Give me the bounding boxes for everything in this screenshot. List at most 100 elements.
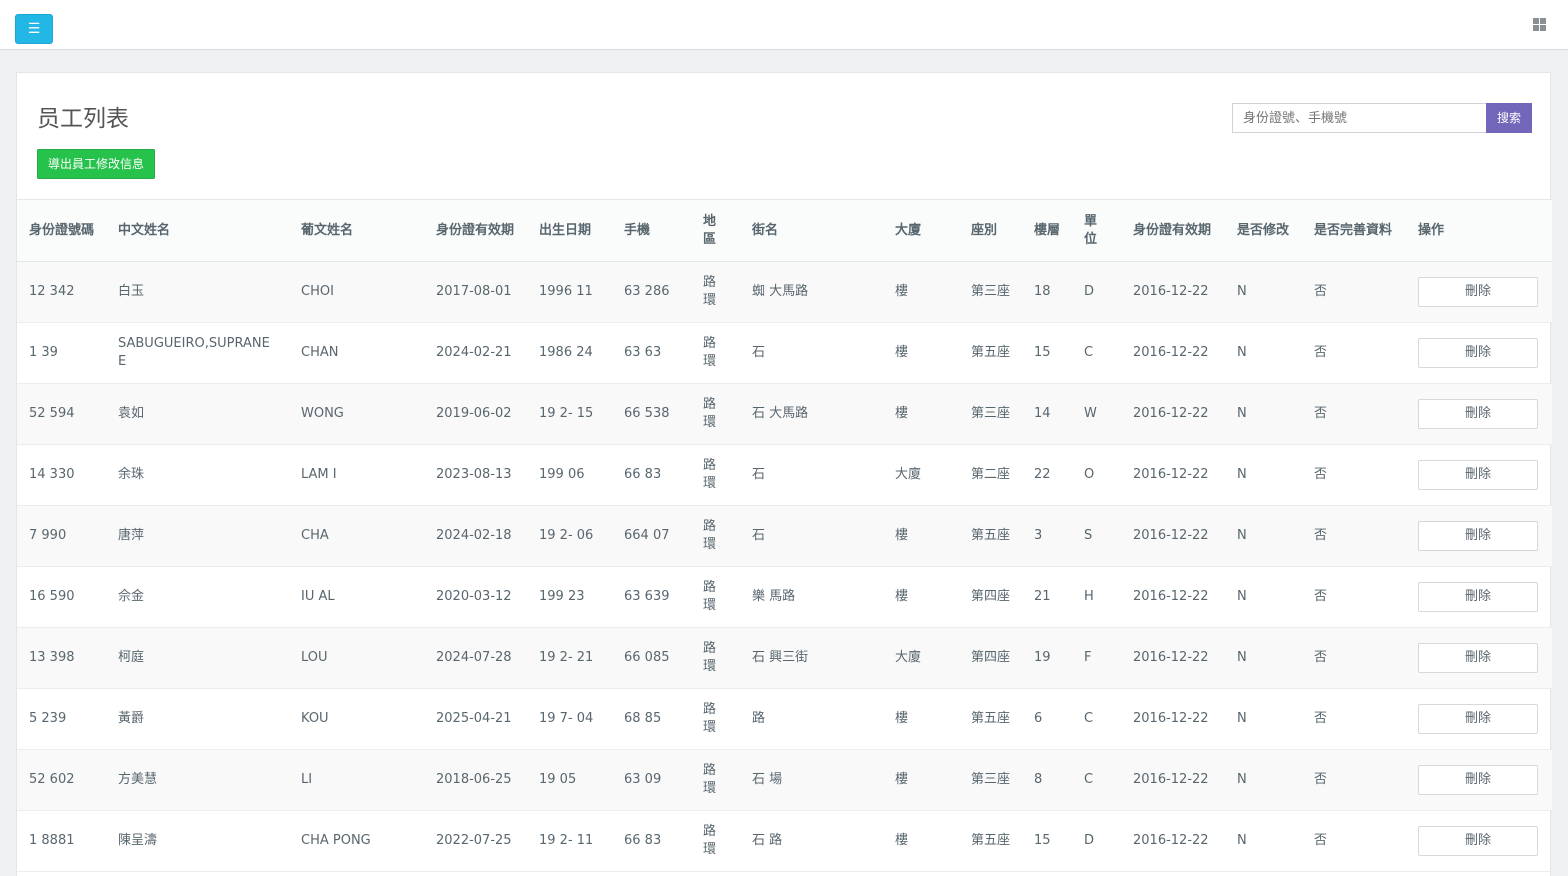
search-button[interactable]: 搜索	[1486, 103, 1532, 133]
delete-button[interactable]: 刪除	[1418, 765, 1538, 795]
unit-text: F	[1084, 650, 1092, 665]
building-cell: 大廈	[883, 444, 959, 506]
floor-cell: 15	[1022, 810, 1072, 872]
id-expiry-cell: 2024-02-18	[424, 505, 527, 567]
mobile-text: 66 085	[624, 650, 670, 665]
id-number-cell: 14 330	[17, 444, 106, 506]
building-cell: 樓	[883, 810, 959, 872]
street-name-cell: 路	[740, 688, 883, 750]
hamburger-menu-button[interactable]: ☰	[15, 14, 53, 44]
column-header: 身份證有效期	[424, 199, 527, 262]
birth-date-cell: 19 2- 06	[527, 505, 612, 567]
floor-text: 18	[1034, 284, 1051, 299]
portuguese-name-text: IU AL	[301, 589, 335, 604]
is-complete-cell: 否	[1302, 749, 1406, 811]
unit-cell: C	[1072, 322, 1121, 384]
building-text: 樓	[895, 406, 909, 421]
is-complete-text: 否	[1314, 711, 1328, 726]
mobile-cell: 63 09	[612, 749, 691, 811]
block-cell: 第五座	[959, 810, 1022, 872]
is-complete-text: 否	[1314, 467, 1328, 482]
id-expiry-2-text: 2016-12-22	[1133, 284, 1209, 299]
mobile-text: 664 07	[624, 528, 670, 543]
id-expiry-2-text: 2016-12-22	[1133, 528, 1209, 543]
district-text: 路環	[703, 702, 717, 735]
search-input[interactable]	[1232, 103, 1487, 133]
district-text: 路環	[703, 641, 717, 674]
floor-cell: 8	[1022, 749, 1072, 811]
id-number-cell: 52 602	[17, 749, 106, 811]
actions-cell: 刪除	[1406, 749, 1552, 811]
id-expiry-text: 2022-07-25	[436, 833, 512, 848]
chinese-name-text: 陳呈濤	[118, 833, 158, 848]
column-header: 操作	[1406, 199, 1552, 262]
column-header: 中文姓名	[106, 199, 289, 262]
column-header: 手機	[612, 199, 691, 262]
unit-cell: W	[1072, 383, 1121, 445]
table-row: 5 239 黃爵 KOU 2025-04-21 19 7- 04 68 85 路環 路 樓 第五座…	[17, 688, 1552, 750]
birth-date-cell: 199 23	[527, 566, 612, 628]
is-modified-cell: N	[1225, 322, 1302, 384]
delete-button[interactable]: 刪除	[1418, 582, 1538, 612]
id-expiry-2-cell: 2016-12-22	[1121, 383, 1225, 445]
street-name-cell: 石 興三街	[740, 627, 883, 689]
id-number-text: 16 590	[29, 589, 75, 604]
export-employee-changes-button[interactable]: 導出員工修改信息	[37, 149, 155, 179]
chinese-name-text: SABUGUEIRO,SUPRANEE	[118, 336, 270, 369]
actions-cell: 刪除	[1406, 627, 1552, 689]
district-text: 路環	[703, 275, 717, 308]
floor-text: 22	[1034, 467, 1051, 482]
is-modified-text: N	[1237, 772, 1247, 787]
delete-button[interactable]: 刪除	[1418, 521, 1538, 551]
mobile-text: 63 63	[624, 345, 662, 360]
mobile-cell: 66 83	[612, 810, 691, 872]
id-expiry-2-cell: 2016-12-22	[1121, 261, 1225, 323]
portuguese-name-cell: CHAN	[289, 322, 424, 384]
id-number-cell: 16 590	[17, 566, 106, 628]
actions-cell: 刪除	[1406, 505, 1552, 567]
portuguese-name-text: LAM I	[301, 467, 337, 482]
floor-cell: 19	[1022, 627, 1072, 689]
street-name-cell: 石 場	[740, 749, 883, 811]
delete-button[interactable]: 刪除	[1418, 643, 1538, 673]
unit-text: W	[1084, 406, 1097, 421]
unit-text: C	[1084, 711, 1094, 726]
unit-text: H	[1084, 589, 1094, 604]
floor-cell: 21	[1022, 566, 1072, 628]
district-text: 路環	[703, 336, 717, 369]
mobile-cell: 63 63	[612, 322, 691, 384]
building-text: 大廈	[895, 467, 922, 482]
block-cell: 第四座	[959, 566, 1022, 628]
id-expiry-2-cell: 2016-12-22	[1121, 688, 1225, 750]
block-text: 第四座	[971, 589, 1011, 604]
delete-button[interactable]: 刪除	[1418, 704, 1538, 734]
is-modified-text: N	[1237, 345, 1247, 360]
birth-date-cell: 19 05	[527, 749, 612, 811]
street-name-cell: 石	[740, 505, 883, 567]
district-cell: 路環	[691, 627, 740, 689]
delete-button[interactable]: 刪除	[1418, 460, 1538, 490]
column-header: 座別	[959, 199, 1022, 262]
table-row: 13 398 柯庭 LOU 2024-07-28 19 2- 21 66 085 路環 石 興…	[17, 627, 1552, 689]
id-expiry-2-cell: 2016-12-22	[1121, 810, 1225, 872]
delete-button[interactable]: 刪除	[1418, 826, 1538, 856]
block-cell: 第五座	[959, 322, 1022, 384]
street-name-text: 石	[752, 467, 766, 482]
column-header: 大廈	[883, 199, 959, 262]
floor-text: 21	[1034, 589, 1051, 604]
delete-button[interactable]: 刪除	[1418, 277, 1538, 307]
block-cell: 第三座	[959, 749, 1022, 811]
is-complete-text: 否	[1314, 772, 1328, 787]
delete-button[interactable]: 刪除	[1418, 338, 1538, 368]
grid-icon[interactable]	[1533, 18, 1546, 31]
is-modified-cell: N	[1225, 505, 1302, 567]
chinese-name-text: 黃爵	[118, 711, 145, 726]
delete-button[interactable]: 刪除	[1418, 399, 1538, 429]
floor-cell: 14	[1022, 383, 1072, 445]
is-modified-text: N	[1237, 528, 1247, 543]
portuguese-name-text: WONG	[301, 406, 344, 421]
column-header: 地區	[691, 199, 740, 262]
column-header: 是否完善資料	[1302, 199, 1406, 262]
actions-cell: 刪除	[1406, 688, 1552, 750]
portuguese-name-text: CHOI	[301, 284, 334, 299]
